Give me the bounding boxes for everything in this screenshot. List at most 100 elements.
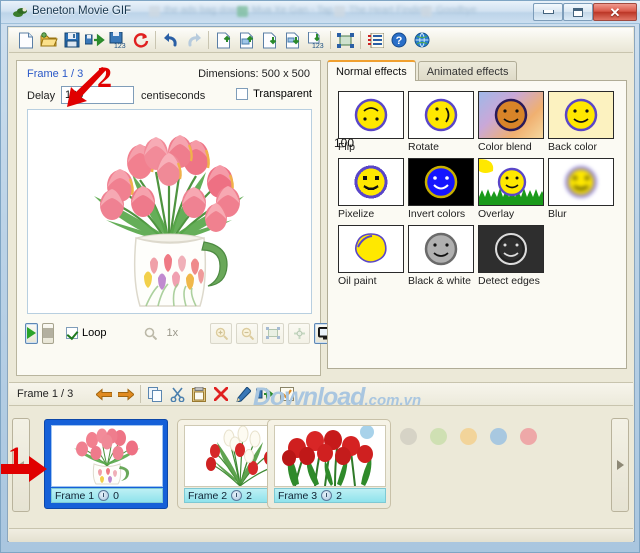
save-export-icon <box>85 32 105 48</box>
properties-button[interactable] <box>364 29 387 51</box>
insert-image-icon <box>239 32 255 49</box>
frame-3-thumbnail[interactable] <box>274 425 386 487</box>
redo-button[interactable] <box>182 29 205 51</box>
scroll-right-button[interactable] <box>611 418 629 512</box>
export-frame-button[interactable] <box>254 384 276 404</box>
web-button[interactable] <box>410 29 433 51</box>
effect-invert-colors[interactable]: Invert colors <box>408 158 474 220</box>
cut-frame-button[interactable] <box>166 384 188 404</box>
effects-panel: Normal effects Animated effects <box>327 60 627 376</box>
smiley-blur-icon <box>561 162 601 202</box>
frame-preview[interactable] <box>27 109 312 314</box>
frame-strip: Frame 1 0 <box>9 406 633 528</box>
effect-color-blend[interactable]: Color blend <box>478 91 544 153</box>
add-image-button[interactable] <box>281 29 304 51</box>
delete-frame-button[interactable] <box>210 384 232 404</box>
new-file-button[interactable] <box>14 29 37 51</box>
effect-rotate[interactable]: Rotate <box>408 91 474 153</box>
copy-frame-button[interactable] <box>144 384 166 404</box>
bokeh-dot-2 <box>430 428 447 445</box>
svg-text:123: 123 <box>312 43 324 49</box>
redo-icon <box>185 32 203 48</box>
effect-invert-colors-thumb[interactable] <box>408 158 474 206</box>
frame-3-card[interactable]: Frame 3 2 <box>267 419 391 509</box>
frame-1-thumbnail[interactable] <box>51 425 163 487</box>
effects-content: Flip Rotate <box>327 80 627 369</box>
toolbar-separator-4 <box>360 31 361 49</box>
undo-button[interactable] <box>159 29 182 51</box>
effect-flip-thumb[interactable] <box>338 91 404 139</box>
effect-rotate-label: Rotate <box>408 141 474 153</box>
frame-1-card[interactable]: Frame 1 0 <box>44 419 168 509</box>
insert-frame-button[interactable] <box>212 29 235 51</box>
effect-blur-thumb[interactable] <box>548 158 614 206</box>
effect-oil-paint[interactable]: Oil paint <box>338 225 404 287</box>
smiley-back-color-icon <box>561 95 601 135</box>
paste-frame-button[interactable] <box>188 384 210 404</box>
export-arrow-icon <box>256 387 274 401</box>
effect-pixelize[interactable]: Pixelize <box>338 158 404 220</box>
resize-button[interactable] <box>334 29 357 51</box>
add-numbered-button[interactable]: 123 <box>304 29 327 51</box>
zoom-in-icon <box>215 327 228 340</box>
minimize-button[interactable] <box>533 3 563 21</box>
effect-black-and-white[interactable]: Black & white <box>408 225 474 287</box>
bokeh-dot-1 <box>400 428 417 445</box>
select-frame-button[interactable] <box>276 384 298 404</box>
move-frame-left-button[interactable] <box>93 384 115 404</box>
frame-1-delay: 0 <box>113 490 119 502</box>
effect-color-blend-thumb[interactable] <box>478 91 544 139</box>
tab-animated-effects[interactable]: Animated effects <box>418 61 518 81</box>
reload-button[interactable] <box>129 29 152 51</box>
fit-to-window-button[interactable] <box>262 323 284 344</box>
smiley-bw-icon <box>421 229 461 269</box>
move-frame-right-button[interactable] <box>115 384 137 404</box>
transparent-checkbox[interactable]: Transparent <box>236 88 312 100</box>
transparent-checkbox-box[interactable] <box>236 88 248 100</box>
help-question-icon: ? <box>391 32 407 48</box>
tab-normal-effects[interactable]: Normal effects <box>327 60 416 81</box>
save-file-button[interactable] <box>60 29 83 51</box>
globe-icon <box>414 32 430 48</box>
dimensions-label: Dimensions: 500 x 500 <box>198 68 310 80</box>
effect-blur[interactable]: Blur <box>548 158 614 220</box>
effect-rotate-thumb[interactable] <box>408 91 474 139</box>
zoom-out-button[interactable] <box>236 323 258 344</box>
effect-pixelize-label: Pixelize <box>338 208 404 220</box>
zoom-in-button[interactable] <box>210 323 232 344</box>
effect-black-and-white-label: Black & white <box>408 275 474 287</box>
transparent-label: Transparent <box>253 88 312 100</box>
effect-pixelize-thumb[interactable] <box>338 158 404 206</box>
maximize-button[interactable] <box>563 3 593 21</box>
zoom-out-icon <box>241 327 254 340</box>
loop-checkbox[interactable]: Loop <box>66 327 106 339</box>
add-frame-button[interactable] <box>258 29 281 51</box>
insert-image-button[interactable] <box>235 29 258 51</box>
stop-button[interactable] <box>42 323 54 344</box>
stop-icon <box>43 328 53 338</box>
close-button[interactable]: ✕ <box>593 3 637 21</box>
frame-strip-toolbar: Frame 1 / 3 <box>9 382 633 406</box>
effect-detect-edges-thumb[interactable] <box>478 225 544 273</box>
resize-icon <box>337 33 354 48</box>
delay-label: Delay <box>27 90 55 102</box>
bokeh-dot-3 <box>460 428 477 445</box>
effect-oil-paint-thumb[interactable] <box>338 225 404 273</box>
loop-checkbox-box[interactable] <box>66 327 78 339</box>
play-button[interactable] <box>25 323 38 344</box>
edit-frame-button[interactable] <box>232 384 254 404</box>
effect-back-color[interactable]: Back color <box>548 91 614 153</box>
effect-overlay-thumb[interactable] <box>478 158 544 206</box>
save-as-button[interactable] <box>83 29 106 51</box>
effect-back-color-thumb[interactable] <box>548 91 614 139</box>
delay-unit-label: centiseconds <box>141 90 205 102</box>
new-document-icon <box>18 32 34 49</box>
open-file-button[interactable] <box>37 29 60 51</box>
toolbar-separator-2 <box>208 31 209 49</box>
effect-black-and-white-thumb[interactable] <box>408 225 474 273</box>
help-button[interactable]: ? <box>387 29 410 51</box>
effect-detect-edges[interactable]: Detect edges <box>478 225 544 287</box>
actual-size-button[interactable] <box>288 323 310 344</box>
save-numbered-button[interactable]: 123 <box>106 29 129 51</box>
effect-overlay[interactable]: Overlay <box>478 158 544 220</box>
